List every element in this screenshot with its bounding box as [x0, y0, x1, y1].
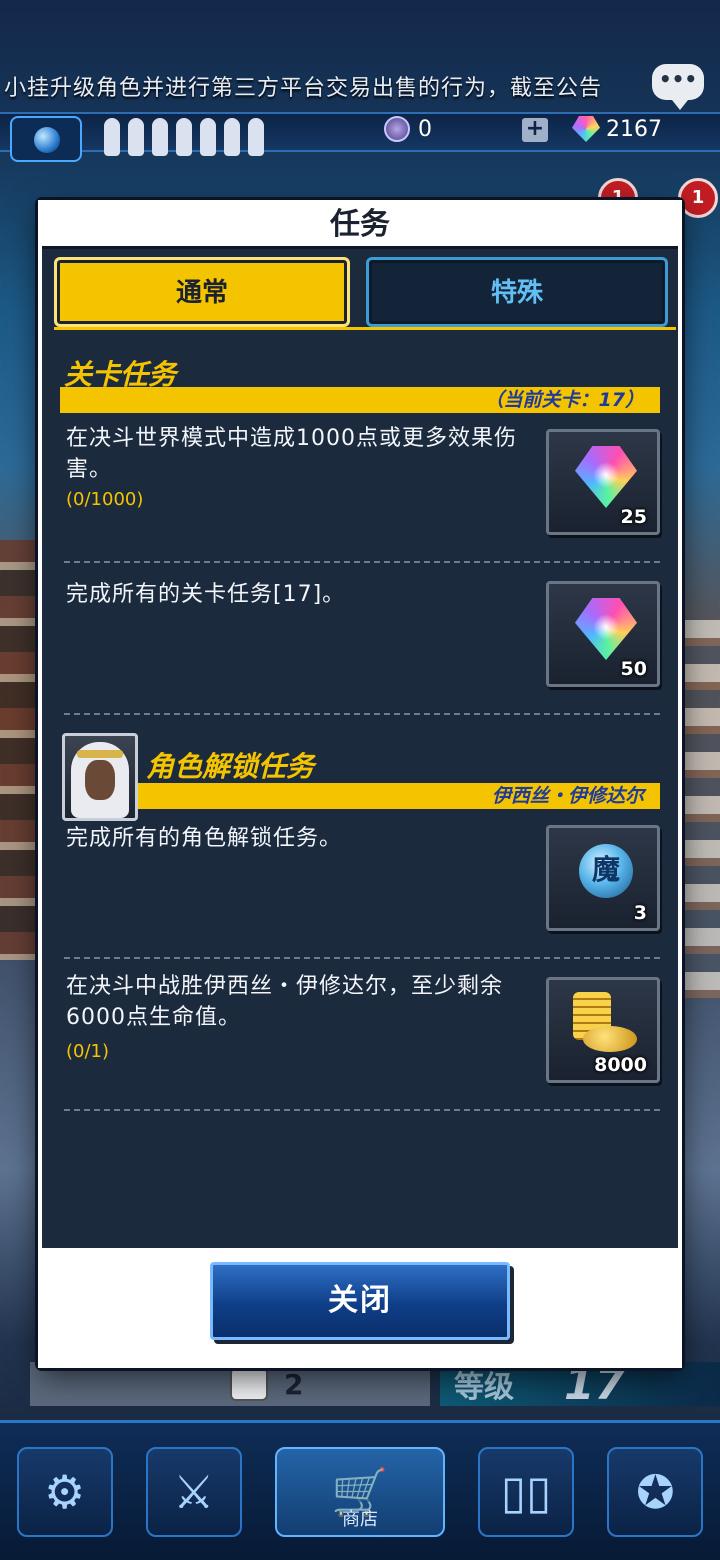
close-button[interactable]: 关闭 [210, 1262, 510, 1340]
divider [64, 1109, 660, 1111]
person-icon [224, 118, 240, 156]
mission-text: 完成所有的角色解锁任务。 [66, 826, 343, 851]
mission-progress: (0/1) [66, 1041, 110, 1062]
list-item: 完成所有的关卡任务[17]。 50 [60, 579, 660, 699]
nav-duelist-button[interactable]: ⚙ [16, 1446, 113, 1537]
person-icon [248, 118, 264, 156]
character-avatar [62, 733, 138, 821]
currency-gems: 2167 [572, 116, 662, 142]
mission-tabs: 通常 特殊 [54, 257, 670, 329]
dice-icon [230, 1367, 268, 1401]
background-building-right [676, 620, 720, 1000]
nav-settings-button[interactable]: ✪ [607, 1446, 704, 1537]
person-icon [128, 118, 144, 156]
emblem-icon: ✪ [636, 1464, 675, 1519]
level-label: 等级 [454, 1370, 514, 1405]
gem-icon [575, 446, 637, 508]
notification-badge: 1 [678, 178, 718, 218]
party-slots [104, 118, 264, 156]
nav-duel-button[interactable]: ⚔ [145, 1446, 242, 1537]
dice-strip: 2 [30, 1362, 430, 1406]
orb-icon [34, 127, 60, 153]
gem-icon [575, 598, 637, 660]
reward-quantity: 25 [620, 506, 647, 528]
person-icon [152, 118, 168, 156]
gem-icon [572, 116, 600, 142]
mission-text: 在决斗中战胜伊西丝・伊修达尔，至少剩余6000点生命值。 [66, 974, 504, 1030]
currency-orbs: 0 [384, 116, 432, 142]
gold-coins-icon [571, 992, 641, 1062]
list-item: 在决斗世界模式中造成1000点或更多效果伤害。 (0/1000) 25 [60, 423, 660, 543]
mission-progress: (0/1000) [66, 489, 144, 510]
reward-slot[interactable]: 50 [546, 581, 660, 687]
mission-text: 在决斗世界模式中造成1000点或更多效果伤害。 [66, 426, 517, 482]
level-strip: 等级 17 [440, 1359, 720, 1410]
person-icon [104, 118, 120, 156]
divider [64, 713, 660, 715]
divider [64, 561, 660, 563]
cards-icon: ▯▯ [500, 1464, 552, 1519]
stage-section-subtitle: （当前关卡：17） [60, 387, 660, 413]
nav-cards-button[interactable]: ▯▯ [478, 1446, 575, 1537]
missions-dialog: 任务 通常 特殊 关卡任务 （当前关卡：17） 在决斗世界模式中造成1000点或… [38, 200, 682, 1368]
duelist-gear-icon: ⚙ [43, 1464, 86, 1519]
person-icon [200, 118, 216, 156]
chat-icon[interactable]: ••• [652, 64, 704, 110]
divider [64, 957, 660, 959]
reward-slot[interactable]: 魔 3 [546, 825, 660, 931]
tab-underline [54, 327, 676, 330]
list-item: 完成所有的角色解锁任务。 魔 3 [60, 823, 660, 943]
dialog-title: 任务 [38, 200, 682, 246]
character-section-title: 角色解锁任务 [146, 750, 315, 783]
reward-quantity: 50 [620, 658, 647, 680]
crossed-swords-icon: ⚔ [173, 1464, 215, 1519]
nav-shop-label: 商店 [341, 1508, 378, 1530]
world-orb-button[interactable] [10, 116, 82, 162]
currency-gems-value: 2167 [606, 116, 662, 142]
tab-special[interactable]: 特殊 [366, 257, 668, 327]
reward-slot[interactable]: 25 [546, 429, 660, 535]
add-gems-button[interactable]: + [522, 118, 548, 142]
reward-quantity: 3 [633, 902, 647, 924]
tab-normal[interactable]: 通常 [54, 257, 350, 327]
character-name: 伊西丝・伊修达尔 [138, 783, 660, 809]
missions-panel[interactable]: 通常 特殊 关卡任务 （当前关卡：17） 在决斗世界模式中造成1000点或更多效… [42, 246, 678, 1248]
currency-orbs-value: 0 [418, 116, 432, 142]
dice-value: 2 [284, 1367, 304, 1401]
reward-slot[interactable]: 8000 [546, 977, 660, 1083]
magic-orb-icon: 魔 [579, 844, 633, 898]
reward-quantity: 8000 [594, 1054, 647, 1076]
announcement-marquee: 小挂升级角色并进行第三方平台交易出售的行为，截至公告 [0, 58, 720, 114]
nav-shop-button[interactable]: 🛒 商店 [274, 1446, 445, 1537]
orb-currency-icon [384, 116, 410, 142]
bottom-nav: ⚙ ⚔ 🛒 商店 ▯▯ ✪ [0, 1420, 720, 1560]
mission-text: 完成所有的关卡任务[17]。 [66, 582, 346, 607]
marquee-text: 小挂升级角色并进行第三方平台交易出售的行为，截至公告 [4, 76, 603, 101]
person-icon [176, 118, 192, 156]
list-item: 在决斗中战胜伊西丝・伊修达尔，至少剩余6000点生命值。 (0/1) 8000 [60, 971, 660, 1091]
